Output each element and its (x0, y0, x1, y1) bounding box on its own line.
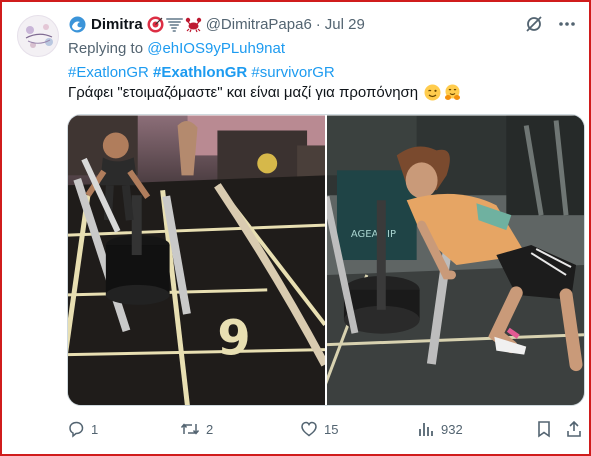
photo-sled-push-woman[interactable]: AGEAL IP (327, 115, 584, 406)
grok-icon[interactable] (525, 15, 543, 33)
media-grid: 9 AGEAL IP (67, 114, 585, 406)
wave-emoji-icon (69, 16, 86, 33)
views-count: 932 (441, 421, 463, 437)
hugging-face-emoji-icon (444, 84, 461, 101)
retweet-icon (180, 423, 200, 435)
avatar[interactable] (17, 15, 59, 57)
hashtag-line: #ExatlonGR #ExathlonGR #survivorGR (68, 64, 335, 81)
reply-icon (69, 421, 84, 438)
replying-mention-link[interactable]: @ehIOS9yPLuh9nat (147, 40, 285, 57)
tweet-top-actions (525, 15, 577, 33)
reply-button[interactable]: 1 (67, 420, 98, 438)
display-name[interactable]: Dimitra (91, 16, 143, 33)
separator-dot: · (315, 15, 321, 33)
share-icon (567, 420, 581, 437)
share-button[interactable] (565, 420, 583, 438)
reply-count: 1 (91, 421, 99, 437)
photo-sled-push-man[interactable]: 9 (68, 115, 325, 406)
bookmark-button[interactable] (535, 420, 553, 438)
retweet-count: 2 (206, 421, 214, 437)
bullseye-emoji-icon (147, 16, 164, 33)
retweet-button[interactable]: 2 (180, 420, 213, 438)
replying-label: Replying to (68, 40, 144, 57)
tweet-header: Dimitra @DimitraPapa6 · Jul 29 (69, 13, 365, 35)
crab-emoji-icon (185, 16, 202, 33)
tweet-body: Γράφει "ετοιμαζόμαστε" και είναι μαζί γι… (68, 84, 461, 101)
svg-text:AGEAL IP: AGEAL IP (351, 229, 396, 240)
like-button[interactable]: 15 (300, 420, 338, 438)
bookmark-icon (538, 421, 550, 438)
replying-to: Replying to @ehIOS9yPLuh9nat (68, 40, 285, 57)
tweet-text: Γράφει "ετοιμαζόμαστε" και είναι μαζί γι… (68, 84, 419, 101)
more-options-icon[interactable] (557, 15, 577, 33)
user-handle[interactable]: @DimitraPapa6 (206, 16, 312, 33)
tweet-actions: 1 2 15 932 (67, 420, 585, 440)
views-chart-icon (419, 423, 433, 436)
like-count: 15 (324, 421, 339, 437)
tornado-emoji-icon (165, 16, 183, 33)
hashtag-link[interactable]: #ExathlonGR (153, 64, 247, 81)
views-button[interactable]: 932 (417, 420, 463, 438)
hashtag-link[interactable]: #ExatlonGR (68, 64, 149, 81)
svg-text:9: 9 (217, 312, 250, 367)
hashtag-link[interactable]: #survivorGR (251, 64, 334, 81)
winking-face-emoji-icon (424, 84, 441, 101)
tweet-date[interactable]: Jul 29 (325, 16, 365, 33)
heart-icon (301, 421, 317, 437)
